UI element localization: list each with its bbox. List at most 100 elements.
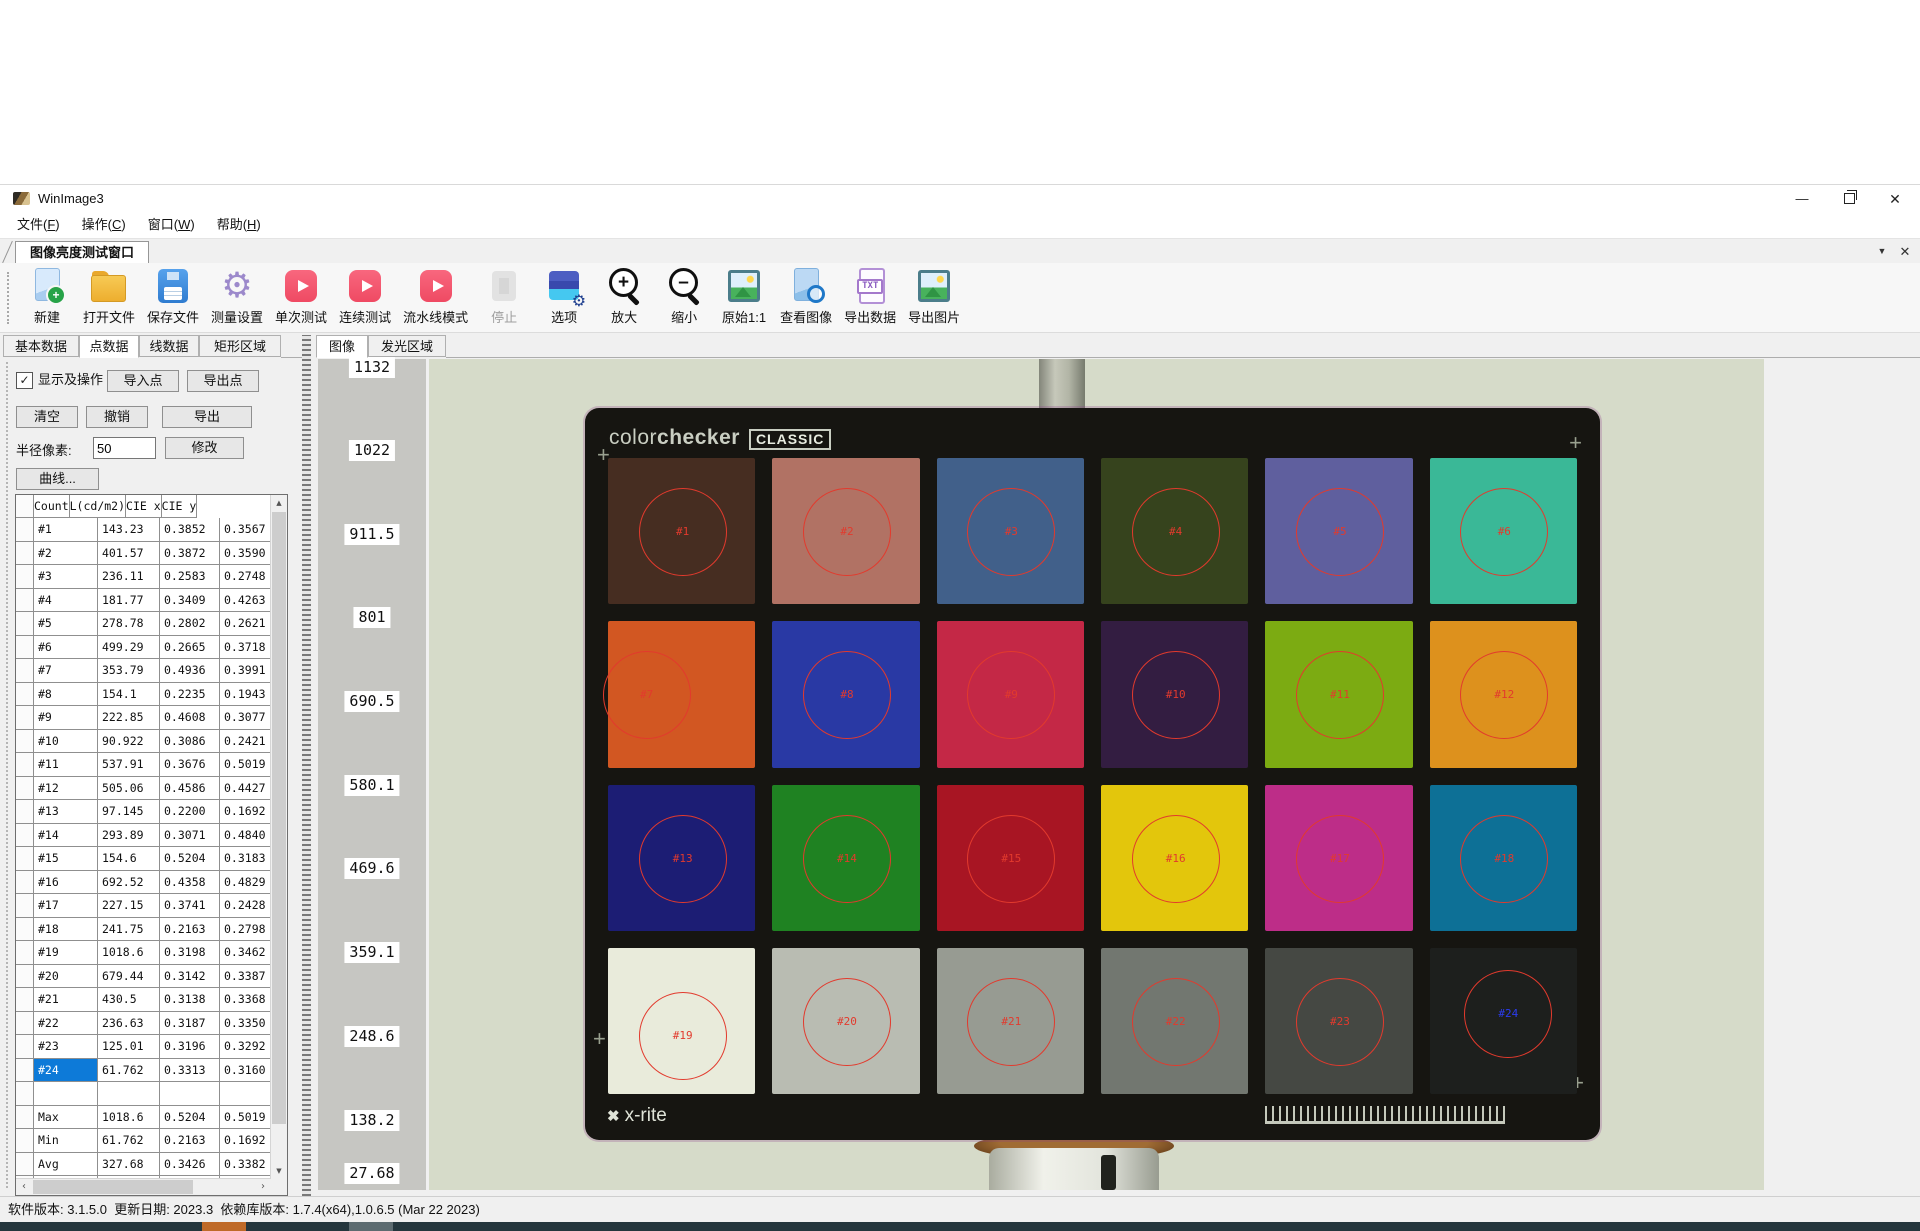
cell-count[interactable]: #20 <box>34 965 98 989</box>
toolbar-button[interactable]: 连续测试 <box>333 263 397 326</box>
colorchecker-patch[interactable]: #22 <box>1101 948 1248 1094</box>
colorchecker-patch[interactable]: #9 <box>937 621 1084 767</box>
cell-luminance[interactable]: 537.91 <box>98 753 160 777</box>
table-row[interactable]: #6 499.29 0.2665 0.3718 <box>16 636 287 660</box>
cell-luminance[interactable]: 293.89 <box>98 824 160 848</box>
cell-luminance[interactable]: 692.52 <box>98 871 160 895</box>
table-row[interactable]: #16 692.52 0.4358 0.4829 <box>16 871 287 895</box>
radius-input[interactable] <box>93 437 156 459</box>
cell-cie-x[interactable]: 0.2163 <box>160 1129 220 1153</box>
tab-image[interactable]: 图像 <box>316 335 368 358</box>
undo-button[interactable]: 撤销 <box>86 406 148 428</box>
table-row[interactable]: #4 181.77 0.3409 0.4263 <box>16 589 287 613</box>
colorchecker-patch[interactable]: #17 <box>1265 785 1412 931</box>
cell-count[interactable]: #3 <box>34 565 98 589</box>
table-row[interactable]: #12 505.06 0.4586 0.4427 <box>16 777 287 801</box>
scroll-left-button[interactable]: ‹ <box>16 1179 32 1195</box>
table-row[interactable] <box>16 1082 287 1106</box>
vertical-scroll-thumb[interactable] <box>272 512 286 1124</box>
table-row[interactable]: #22 236.63 0.3187 0.3350 <box>16 1012 287 1036</box>
cell-count[interactable]: #24 <box>34 1059 98 1083</box>
cell-cie-x[interactable]: 0.3187 <box>160 1012 220 1036</box>
menu-item[interactable]: 帮助(H) <box>206 212 272 238</box>
cell-count[interactable]: #12 <box>34 777 98 801</box>
cell-cie-x[interactable]: 0.2163 <box>160 918 220 942</box>
colorchecker-patch[interactable]: #6 <box>1430 458 1577 604</box>
cell-cie-x[interactable]: 0.2235 <box>160 683 220 707</box>
colorchecker-patch[interactable]: #13 <box>608 785 755 931</box>
camera-image-view[interactable]: colorcheckerCLASSIC + + + + #1 #2 <box>429 359 1764 1190</box>
cell-count[interactable]: #7 <box>34 659 98 683</box>
colorchecker-patch[interactable]: #21 <box>937 948 1084 1094</box>
cell-cie-x[interactable]: 0.2665 <box>160 636 220 660</box>
tab-basic-data[interactable]: 基本数据 <box>3 335 79 357</box>
cell-count[interactable]: #14 <box>34 824 98 848</box>
cell-luminance[interactable]: 401.57 <box>98 542 160 566</box>
cell-count[interactable]: #15 <box>34 847 98 871</box>
colorchecker-patch[interactable]: #23 <box>1265 948 1412 1094</box>
toolbar-button[interactable]: 单次测试 <box>269 263 333 326</box>
table-row[interactable]: Avg 327.68 0.3426 0.3382 <box>16 1153 287 1177</box>
cell-luminance[interactable]: 505.06 <box>98 777 160 801</box>
modify-button[interactable]: 修改 <box>165 437 244 459</box>
vertical-scrollbar[interactable]: ▲ ▼ <box>270 495 287 1179</box>
cell-luminance[interactable]: 353.79 <box>98 659 160 683</box>
cell-count[interactable]: #1 <box>34 518 98 542</box>
cell-luminance[interactable]: 97.145 <box>98 800 160 824</box>
cell-luminance[interactable]: 1018.6 <box>98 941 160 965</box>
panel-splitter[interactable] <box>302 335 311 1196</box>
cell-luminance[interactable]: 222.85 <box>98 706 160 730</box>
toolbar-button[interactable]: 保存文件 <box>141 263 205 326</box>
curve-button[interactable]: 曲线... <box>16 468 99 490</box>
tab-close-icon[interactable]: ✕ <box>1894 239 1916 264</box>
cell-luminance[interactable]: 61.762 <box>98 1129 160 1153</box>
table-row[interactable]: #14 293.89 0.3071 0.4840 <box>16 824 287 848</box>
table-row[interactable]: #18 241.75 0.2163 0.2798 <box>16 918 287 942</box>
toolbar-button[interactable]: 流水线模式 <box>397 263 474 326</box>
restore-button[interactable] <box>1826 185 1872 213</box>
toolbar-button[interactable]: 放大 <box>594 263 654 326</box>
cell-luminance[interactable]: 143.23 <box>98 518 160 542</box>
cell-count[interactable]: #18 <box>34 918 98 942</box>
tab-line-data[interactable]: 线数据 <box>139 335 199 357</box>
colorchecker-patch[interactable]: #1 <box>608 458 755 604</box>
toolbar-button[interactable]: 缩小 <box>654 263 714 326</box>
horizontal-scroll-thumb[interactable] <box>33 1180 193 1194</box>
menu-item[interactable]: 窗口(W) <box>137 212 206 238</box>
cell-cie-x[interactable]: 0.3071 <box>160 824 220 848</box>
toolbar-button[interactable]: 打开文件 <box>77 263 141 326</box>
colorchecker-patch[interactable]: #7 <box>608 621 755 767</box>
cell-cie-x[interactable]: 0.5204 <box>160 1106 220 1130</box>
cell-cie-x[interactable]: 0.3142 <box>160 965 220 989</box>
cell-count[interactable]: #21 <box>34 988 98 1012</box>
colorchecker-patch[interactable]: #12 <box>1430 621 1577 767</box>
table-row[interactable]: #1 143.23 0.3852 0.3567 <box>16 518 287 542</box>
table-row[interactable]: #19 1018.6 0.3198 0.3462 <box>16 941 287 965</box>
toolbar-button[interactable]: 测量设置 <box>205 263 269 326</box>
table-row[interactable]: Min 61.762 0.2163 0.1692 <box>16 1129 287 1153</box>
horizontal-scrollbar[interactable]: ‹ › <box>16 1178 271 1195</box>
cell-cie-x[interactable]: 0.3198 <box>160 941 220 965</box>
cell-cie-x[interactable] <box>160 1082 220 1106</box>
cell-cie-x[interactable]: 0.2583 <box>160 565 220 589</box>
cell-luminance[interactable]: 154.6 <box>98 847 160 871</box>
toolbar-button[interactable]: 选项 <box>534 263 594 326</box>
cell-count[interactable]: #17 <box>34 894 98 918</box>
clear-button[interactable]: 清空 <box>16 406 78 428</box>
table-row[interactable]: #10 90.922 0.3086 0.2421 <box>16 730 287 754</box>
left-panel-grip-handle[interactable] <box>6 362 8 1188</box>
scroll-right-button[interactable]: › <box>255 1179 271 1195</box>
toolbar-grip-handle[interactable] <box>7 272 9 324</box>
cell-count[interactable]: #19 <box>34 941 98 965</box>
table-row[interactable]: #5 278.78 0.2802 0.2621 <box>16 612 287 636</box>
cell-cie-x[interactable]: 0.3676 <box>160 753 220 777</box>
toolbar-button[interactable]: 导出数据 <box>838 263 902 326</box>
tab-luminous-region[interactable]: 发光区域 <box>368 335 446 357</box>
menu-item[interactable]: 操作(C) <box>71 212 137 238</box>
table-row[interactable]: #11 537.91 0.3676 0.5019 <box>16 753 287 777</box>
scroll-down-button[interactable]: ▼ <box>271 1163 287 1179</box>
table-row[interactable]: #21 430.5 0.3138 0.3368 <box>16 988 287 1012</box>
cell-cie-x[interactable]: 0.4586 <box>160 777 220 801</box>
cell-cie-x[interactable]: 0.3852 <box>160 518 220 542</box>
cell-luminance[interactable]: 154.1 <box>98 683 160 707</box>
